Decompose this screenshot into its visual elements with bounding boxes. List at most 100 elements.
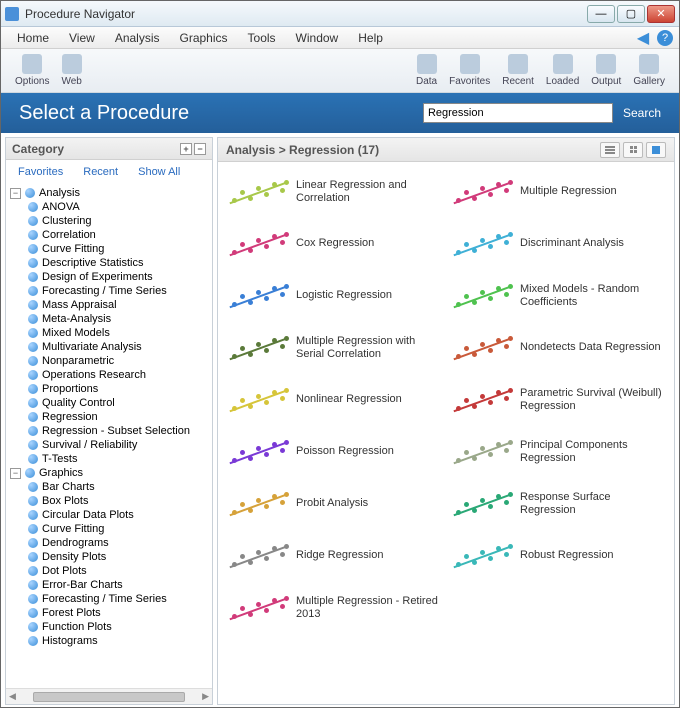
horizontal-scrollbar[interactable]: ◀ ▶ bbox=[6, 688, 212, 704]
tree-item-label: Clustering bbox=[42, 215, 92, 227]
bullet-icon bbox=[28, 454, 38, 464]
tree-node-graphics[interactable]: − Graphics bbox=[10, 466, 208, 480]
procedure-item[interactable]: Probit Analysis bbox=[226, 482, 442, 526]
tree-item[interactable]: Mass Appraisal bbox=[28, 298, 208, 312]
tree-item[interactable]: Multivariate Analysis bbox=[28, 340, 208, 354]
tree-item[interactable]: Forest Plots bbox=[28, 606, 208, 620]
procedure-item[interactable]: Logistic Regression bbox=[226, 274, 442, 318]
options-button[interactable]: Options bbox=[9, 52, 55, 89]
bullet-icon bbox=[28, 566, 38, 576]
tree-item[interactable]: Operations Research bbox=[28, 368, 208, 382]
menu-analysis[interactable]: Analysis bbox=[105, 29, 170, 47]
sidebar-link-recent[interactable]: Recent bbox=[73, 164, 128, 180]
tree-item[interactable]: Design of Experiments bbox=[28, 270, 208, 284]
close-button[interactable]: ✕ bbox=[647, 5, 675, 23]
menu-window[interactable]: Window bbox=[286, 29, 349, 47]
collapse-icon[interactable]: − bbox=[10, 188, 21, 199]
procedure-item[interactable]: Linear Regression and Correlation bbox=[226, 170, 442, 214]
tree-item[interactable]: Quality Control bbox=[28, 396, 208, 410]
web-button[interactable]: Web bbox=[55, 52, 87, 89]
favorites-button[interactable]: Favorites bbox=[443, 52, 496, 89]
menu-tools[interactable]: Tools bbox=[238, 29, 286, 47]
view-icons-button[interactable] bbox=[646, 142, 666, 158]
tree-label: Graphics bbox=[39, 467, 83, 479]
folder-icon bbox=[25, 468, 35, 478]
recent-button[interactable]: Recent bbox=[496, 52, 540, 89]
tree-item[interactable]: Meta-Analysis bbox=[28, 312, 208, 326]
menu-graphics[interactable]: Graphics bbox=[170, 29, 238, 47]
menu-view[interactable]: View bbox=[59, 29, 105, 47]
output-button[interactable]: Output bbox=[585, 52, 627, 89]
bullet-icon bbox=[28, 384, 38, 394]
procedure-item[interactable]: Cox Regression bbox=[226, 222, 442, 266]
tree-item[interactable]: Regression - Subset Selection bbox=[28, 424, 208, 438]
menu-help[interactable]: Help bbox=[348, 29, 393, 47]
tree-item-label: Survival / Reliability bbox=[42, 439, 137, 451]
tree-item[interactable]: Dendrograms bbox=[28, 536, 208, 550]
back-icon[interactable]: ◀ bbox=[635, 30, 651, 46]
maximize-button[interactable]: ▢ bbox=[617, 5, 645, 23]
sidebar-link-show-all[interactable]: Show All bbox=[128, 164, 190, 180]
tree-item[interactable]: Clustering bbox=[28, 214, 208, 228]
tree-item-label: Quality Control bbox=[42, 397, 115, 409]
tree-item-label: Bar Charts bbox=[42, 481, 95, 493]
search-input[interactable] bbox=[423, 103, 613, 123]
tree-item[interactable]: Mixed Models bbox=[28, 326, 208, 340]
search-button[interactable]: Search bbox=[623, 106, 661, 120]
tree-item[interactable]: Descriptive Statistics bbox=[28, 256, 208, 270]
procedure-item[interactable]: Robust Regression bbox=[450, 534, 666, 578]
minimize-button[interactable]: — bbox=[587, 5, 615, 23]
tree-item[interactable]: Proportions bbox=[28, 382, 208, 396]
tree-item[interactable]: T-Tests bbox=[28, 452, 208, 466]
procedure-item[interactable]: Ridge Regression bbox=[226, 534, 442, 578]
tree-item[interactable]: Error-Bar Charts bbox=[28, 578, 208, 592]
procedure-item[interactable]: Mixed Models - Random Coefficients bbox=[450, 274, 666, 318]
procedure-item[interactable]: Nonlinear Regression bbox=[226, 378, 442, 422]
main-panel: Analysis > Regression (17) Linear Regres… bbox=[217, 137, 675, 705]
tree-item[interactable]: Curve Fitting bbox=[28, 522, 208, 536]
tree-item[interactable]: Forecasting / Time Series bbox=[28, 592, 208, 606]
tree-item[interactable]: Box Plots bbox=[28, 494, 208, 508]
tree-item[interactable]: Density Plots bbox=[28, 550, 208, 564]
tree-item[interactable]: Correlation bbox=[28, 228, 208, 242]
gallery-button[interactable]: Gallery bbox=[627, 52, 671, 89]
tree-item[interactable]: Regression bbox=[28, 410, 208, 424]
procedure-item[interactable]: Multiple Regression with Serial Correlat… bbox=[226, 326, 442, 370]
procedure-item[interactable]: Multiple Regression bbox=[450, 170, 666, 214]
tree-item[interactable]: Forecasting / Time Series bbox=[28, 284, 208, 298]
view-list-button[interactable] bbox=[600, 142, 620, 158]
procedure-item[interactable]: Multiple Regression - Retired 2013 bbox=[226, 586, 442, 630]
loaded-button[interactable]: Loaded bbox=[540, 52, 585, 89]
expand-all-icon[interactable]: + bbox=[180, 143, 192, 155]
tree-item[interactable]: ANOVA bbox=[28, 200, 208, 214]
sidebar-link-favorites[interactable]: Favorites bbox=[8, 164, 73, 180]
tree-item-label: Forest Plots bbox=[42, 607, 101, 619]
collapse-icon[interactable]: − bbox=[10, 468, 21, 479]
tree-item[interactable]: Circular Data Plots bbox=[28, 508, 208, 522]
procedure-item[interactable]: Nondetects Data Regression bbox=[450, 326, 666, 370]
sidebar-header: Category + − bbox=[6, 138, 212, 160]
tree-item[interactable]: Function Plots bbox=[28, 620, 208, 634]
tree-item-label: Operations Research bbox=[42, 369, 146, 381]
procedure-item[interactable]: Poisson Regression bbox=[226, 430, 442, 474]
procedure-item[interactable]: Parametric Survival (Weibull) Regression bbox=[450, 378, 666, 422]
tree-item[interactable]: Bar Charts bbox=[28, 480, 208, 494]
data-button[interactable]: Data bbox=[410, 52, 443, 89]
tree-item[interactable]: Nonparametric bbox=[28, 354, 208, 368]
tree-item-label: Dot Plots bbox=[42, 565, 87, 577]
tree-item[interactable]: Curve Fitting bbox=[28, 242, 208, 256]
procedure-item[interactable]: Response Surface Regression bbox=[450, 482, 666, 526]
procedure-item[interactable]: Principal Components Regression bbox=[450, 430, 666, 474]
tree-item[interactable]: Histograms bbox=[28, 634, 208, 648]
tree-item[interactable]: Dot Plots bbox=[28, 564, 208, 578]
category-tree[interactable]: −AnalysisANOVAClusteringCorrelationCurve… bbox=[6, 184, 212, 688]
window-buttons: — ▢ ✕ bbox=[587, 5, 675, 23]
procedure-item[interactable]: Discriminant Analysis bbox=[450, 222, 666, 266]
menu-home[interactable]: Home bbox=[7, 29, 59, 47]
view-details-button[interactable] bbox=[623, 142, 643, 158]
collapse-all-icon[interactable]: − bbox=[194, 143, 206, 155]
tree-item[interactable]: Survival / Reliability bbox=[28, 438, 208, 452]
bullet-icon bbox=[28, 370, 38, 380]
tree-node-analysis[interactable]: −Analysis bbox=[10, 186, 208, 200]
help-icon[interactable]: ? bbox=[657, 30, 673, 46]
